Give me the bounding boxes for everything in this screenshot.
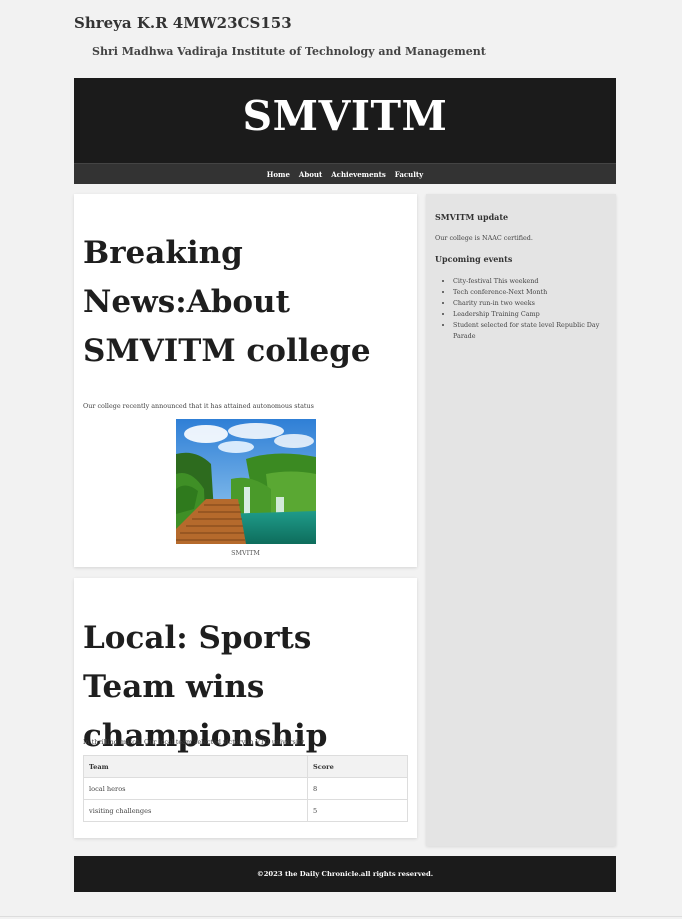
- footer: ©2023 the Daily Chronicle.all rights res…: [74, 856, 616, 892]
- image-caption: SMVITM: [231, 549, 260, 557]
- footer-text: ©2023 the Daily Chronicle.all rights res…: [256, 870, 434, 878]
- table-row: visiting challenges 5: [83, 799, 408, 822]
- list-item: Leadership Training Camp: [453, 309, 603, 320]
- page-divider: [0, 916, 682, 917]
- sidebar-update-heading: SMVITM update: [435, 212, 509, 222]
- sidebar: SMVITM update Our college is NAAC certif…: [426, 194, 616, 846]
- column-header-team: Team: [83, 755, 308, 778]
- table-header-row: Team Score: [83, 755, 408, 778]
- masthead: SMVITM Home About Achievements Faculty: [74, 78, 616, 184]
- score-table: Team Score local heros 8 visiting challe…: [83, 755, 408, 822]
- table-cell: visiting challenges: [83, 799, 308, 822]
- events-list: City-festival This weekend Tech conferen…: [453, 276, 603, 342]
- site-title: SMVITM: [242, 92, 448, 140]
- column-header-score: Score: [307, 755, 408, 778]
- institute-name: Shri Madhwa Vadiraja Institute of Techno…: [92, 45, 486, 58]
- nav-achievements-link[interactable]: Achievements: [331, 170, 386, 179]
- waterfall-boardwalk-image: [176, 419, 316, 544]
- article-headline: Breaking News:About SMVITM college: [83, 235, 371, 369]
- author-name: Shreya K.R 4MW23CS153: [74, 14, 292, 32]
- nav-faculty-link[interactable]: Faculty: [395, 170, 423, 179]
- sidebar-events-heading: Upcoming events: [435, 254, 513, 264]
- article-body: Our college recently announced that it h…: [83, 402, 314, 410]
- list-item: Charity run-in two weeks: [453, 298, 603, 309]
- sidebar-update-text: Our college is NAAC certified.: [435, 234, 533, 242]
- nav-home-link[interactable]: Home: [267, 170, 290, 179]
- table-row: local heros 8: [83, 777, 408, 800]
- table-cell: 5: [307, 799, 408, 822]
- navbar: Home About Achievements Faculty: [74, 163, 616, 184]
- list-item: Student selected for state level Republi…: [453, 320, 603, 342]
- article-card: Local: Sports Team wins championship In …: [74, 578, 417, 838]
- table-cell: local heros: [83, 777, 308, 800]
- list-item: City-festival This weekend: [453, 276, 603, 287]
- article-image: [176, 419, 316, 544]
- list-item: Tech conference-Next Month: [453, 287, 603, 298]
- nav-about-link[interactable]: About: [299, 170, 322, 179]
- article-card: Breaking News:About SMVITM college Our c…: [74, 194, 417, 567]
- table-cell: 8: [307, 777, 408, 800]
- article-body: In thrilling match. Our local team selec…: [83, 738, 305, 746]
